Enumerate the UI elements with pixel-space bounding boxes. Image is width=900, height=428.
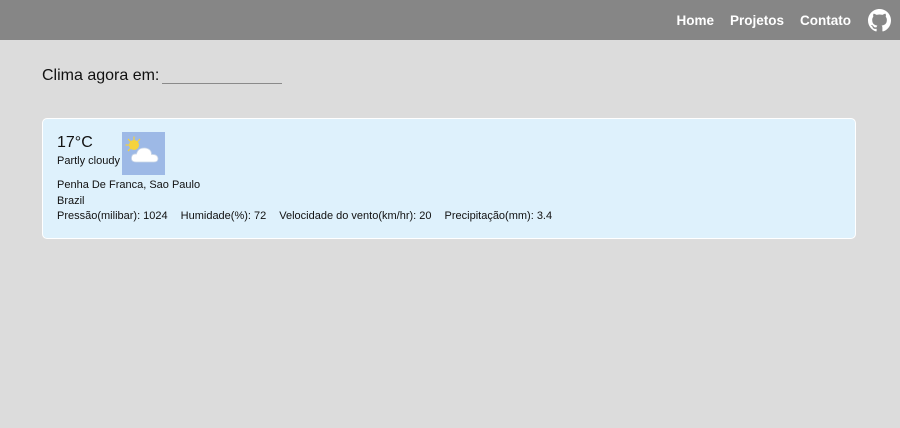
nav-contato-link[interactable]: Contato xyxy=(800,13,851,28)
pressure-stat: Pressão(milibar): 1024 xyxy=(57,210,168,222)
condition-text: Partly cloudy xyxy=(57,155,120,167)
weather-card: 17°C Partly cloudy Penha De Franca, Sao … xyxy=(42,118,856,239)
nav-projetos-link[interactable]: Projetos xyxy=(730,13,784,28)
humidity-stat: Humidade(%): 72 xyxy=(180,210,267,222)
location-text: Penha De Franca, Sao Paulo xyxy=(57,179,201,191)
search-label: Clima agora em: xyxy=(42,67,160,84)
location-input[interactable] xyxy=(162,63,283,84)
github-icon[interactable] xyxy=(867,8,891,32)
location-search: Clima agora em: xyxy=(42,63,283,85)
precipitation-stat: Precipitação(mm): 3.4 xyxy=(444,210,553,222)
partly-cloudy-icon xyxy=(122,132,165,175)
temperature: 17°C xyxy=(57,134,93,151)
weather-stats: Pressão(milibar): 1024 Humidade(%): 72 V… xyxy=(57,210,565,222)
country-text: Brazil xyxy=(57,195,85,207)
wind-stat: Velocidade do vento(km/hr): 20 xyxy=(279,210,432,222)
nav-home-link[interactable]: Home xyxy=(676,13,714,28)
top-navbar: Home Projetos Contato xyxy=(0,0,900,40)
